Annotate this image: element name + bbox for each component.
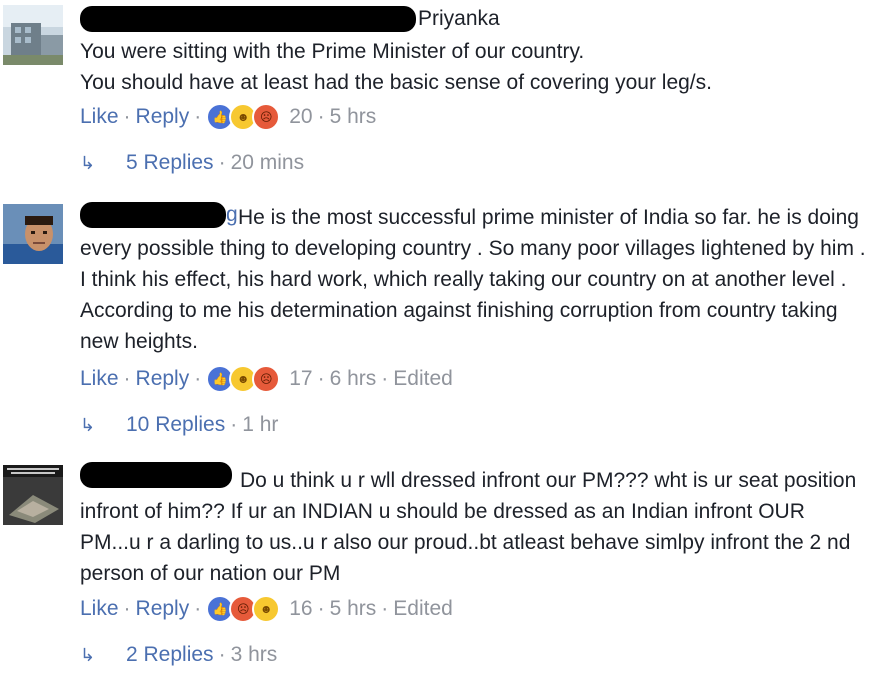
avatar[interactable] [3, 465, 63, 525]
replies-time: 1 hr [242, 413, 279, 436]
edited-label[interactable]: Edited [393, 596, 453, 622]
separator: · [194, 105, 202, 128]
like-link[interactable]: Like [80, 596, 119, 622]
reply-arrow-icon: ↳ [80, 415, 96, 435]
separator: · [123, 597, 131, 620]
comment-text: Do u think u r wll dressed infront our P… [80, 465, 870, 589]
reply-arrow-icon: ↳ [80, 153, 96, 173]
separator: · [317, 105, 325, 128]
replies-time: 3 hrs [230, 643, 278, 666]
reaction-count[interactable]: 17 [289, 366, 312, 392]
reaction-icons[interactable]: 👍 ☹ ☻ [206, 595, 281, 623]
view-replies-link[interactable]: 2 Replies [126, 642, 214, 668]
like-link[interactable]: Like [80, 104, 119, 130]
avatar-image [3, 5, 63, 65]
view-replies-link[interactable]: 10 Replies [126, 412, 225, 438]
separator: · [230, 413, 238, 436]
angry-icon: ☹ [252, 365, 281, 393]
avatar-image [3, 204, 63, 264]
angry-icon: ☹ [252, 103, 281, 131]
haha-icon: ☻ [252, 595, 281, 623]
replies-row: ↳ 2 Replies · 3 hrs [80, 642, 277, 668]
author-row: Priyanka [80, 6, 500, 32]
replies-row: ↳ 10 Replies · 1 hr [80, 412, 278, 438]
reaction-icons[interactable]: 👍 ☻ ☹ [206, 103, 281, 131]
reply-link[interactable]: Reply [136, 366, 190, 392]
replies-time: 20 mins [230, 151, 305, 174]
avatar[interactable] [3, 204, 63, 264]
separator: · [381, 597, 389, 620]
comment-body: He is the most successful prime minister… [80, 206, 872, 353]
reply-arrow-icon: ↳ [80, 645, 96, 665]
reaction-count[interactable]: 20 [289, 104, 312, 130]
comment-actions: Like · Reply · 👍 ☻ ☹ 20 · 5 hrs [80, 103, 376, 131]
separator: · [381, 367, 389, 390]
separator: · [123, 367, 131, 390]
separator: · [218, 151, 226, 174]
timestamp[interactable]: 5 hrs [330, 104, 377, 130]
timestamp[interactable]: 5 hrs [330, 596, 377, 622]
view-replies-link[interactable]: 5 Replies [126, 150, 214, 176]
redacted-name [80, 6, 416, 32]
like-link[interactable]: Like [80, 366, 119, 392]
reaction-count[interactable]: 16 [289, 596, 312, 622]
separator: · [317, 597, 325, 620]
separator: · [123, 105, 131, 128]
reply-link[interactable]: Reply [136, 104, 190, 130]
edited-label[interactable]: Edited [393, 366, 453, 392]
replies-row: ↳ 5 Replies · 20 mins [80, 150, 304, 176]
author-name[interactable]: Priyanka [418, 7, 500, 30]
comment-actions: Like · Reply · 👍 ☹ ☻ 16 · 5 hrs · Edited [80, 595, 453, 623]
separator: · [218, 643, 226, 666]
separator: · [317, 367, 325, 390]
comment-actions: Like · Reply · 👍 ☻ ☹ 17 · 6 hrs · Edited [80, 365, 453, 393]
avatar[interactable] [3, 5, 63, 65]
reaction-icons[interactable]: 👍 ☻ ☹ [206, 365, 281, 393]
comment-body: Do u think u r wll dressed infront our P… [80, 469, 863, 585]
reply-link[interactable]: Reply [136, 596, 190, 622]
comment-text: He is the most successful prime minister… [80, 202, 870, 357]
avatar-image [3, 465, 63, 525]
separator: · [194, 597, 202, 620]
timestamp[interactable]: 6 hrs [330, 366, 377, 392]
comment-text: You were sitting with the Prime Minister… [80, 40, 712, 94]
separator: · [194, 367, 202, 390]
